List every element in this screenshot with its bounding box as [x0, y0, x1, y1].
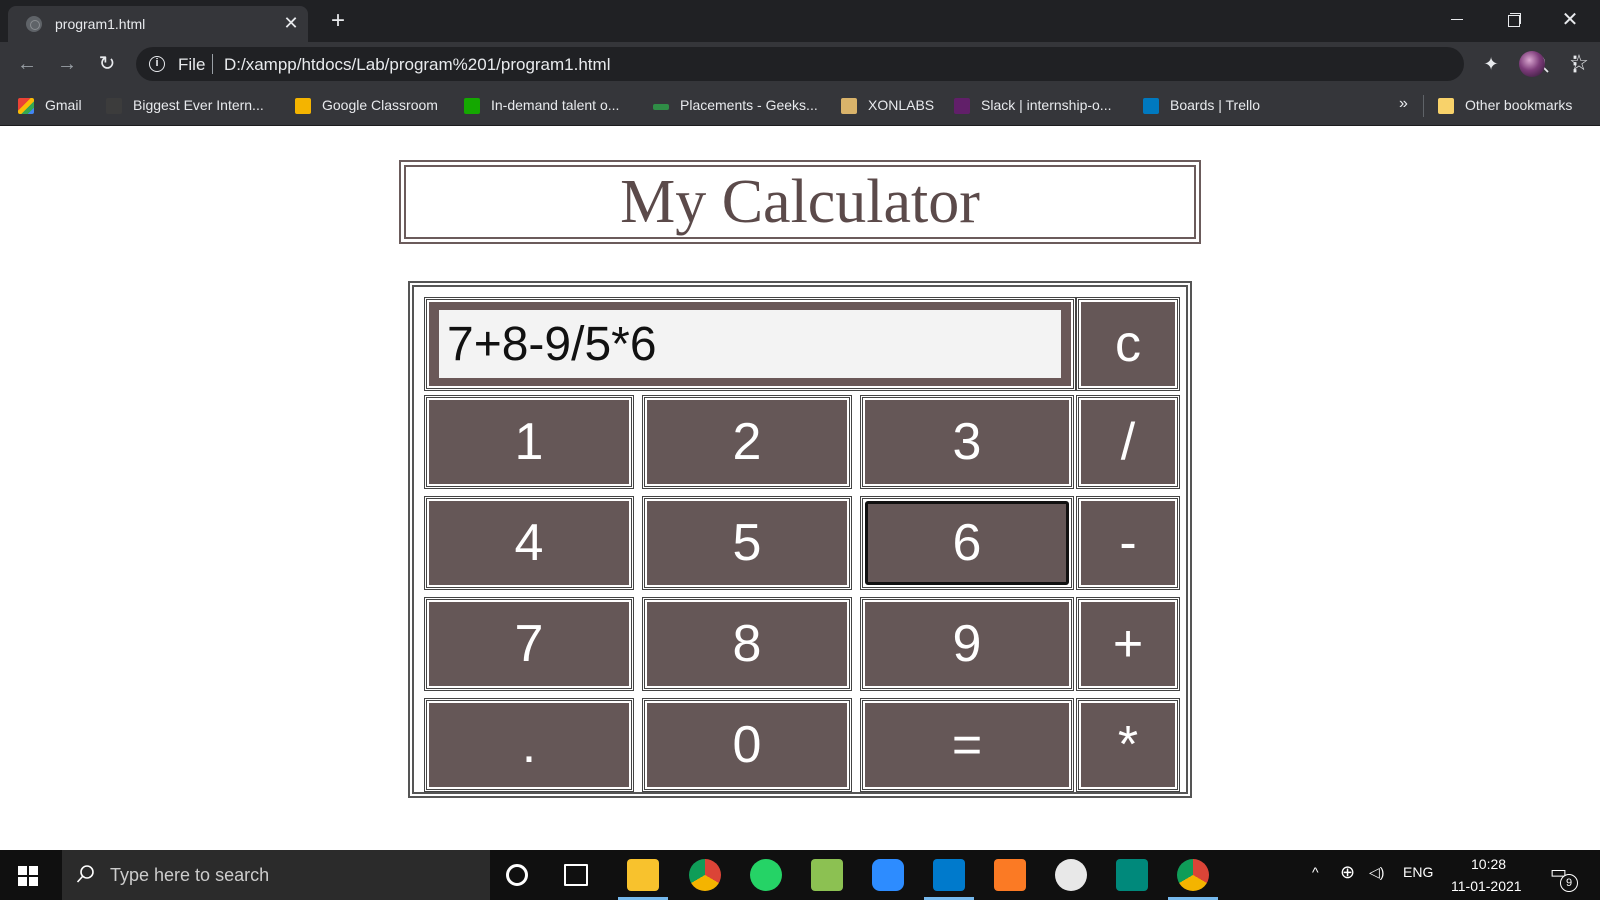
key-subtract-button[interactable]: - [1076, 496, 1180, 590]
address-bar[interactable]: i File D:/xampp/htdocs/Lab/program%201/p… [136, 47, 1589, 81]
close-tab-icon[interactable]: ✕ [280, 12, 302, 34]
key-decimal-button[interactable]: . [424, 698, 634, 792]
display-frame [429, 302, 1071, 386]
key-1-button[interactable]: 1 [424, 395, 634, 489]
sb-icon [106, 98, 122, 114]
key-3-label: 3 [865, 400, 1069, 484]
clear-button-label: c [1081, 302, 1175, 386]
notification-count-badge: 9 [1560, 874, 1578, 892]
key-5-label: 5 [647, 501, 847, 585]
address-separator [212, 54, 213, 74]
key-divide-label: / [1081, 400, 1175, 484]
key-9-button[interactable]: 9 [860, 597, 1074, 691]
browser-menu-icon[interactable]: ⋮ [1565, 52, 1585, 76]
extensions-puzzle-icon[interactable]: ✦ [1481, 54, 1501, 74]
cortana-icon[interactable] [506, 864, 528, 886]
clock-time[interactable]: 10:28 [1471, 856, 1506, 872]
task-view-icon[interactable] [564, 864, 588, 886]
meet-icon[interactable] [1116, 859, 1148, 891]
show-hidden-icons-icon[interactable]: ^ [1312, 864, 1319, 880]
tab-title: program1.html [55, 16, 146, 32]
clear-button[interactable]: c [1076, 297, 1180, 391]
acrobat-icon[interactable] [1055, 859, 1087, 891]
trello-icon [1143, 98, 1159, 114]
page-content: My Calculator c 1 2 3 / 4 5 6 - 7 8 9 + … [0, 127, 1600, 850]
windows-taskbar: Type here to search ^ ⊕ ◁) ENG 10:28 11-… [0, 850, 1600, 900]
globe-icon [26, 16, 42, 32]
xampp-icon[interactable] [994, 859, 1026, 891]
new-tab-button[interactable]: + [324, 8, 352, 36]
file-explorer-icon[interactable] [627, 859, 659, 891]
calculator-table: c 1 2 3 / 4 5 6 - 7 8 9 + . 0 = * [408, 281, 1192, 798]
key-equals-button[interactable]: = [860, 698, 1074, 792]
back-arrow-icon[interactable]: ← [13, 50, 41, 78]
profile-avatar[interactable] [1519, 51, 1545, 77]
key-multiply-button[interactable]: * [1076, 698, 1180, 792]
search-icon [76, 865, 94, 883]
xonlabs-icon [841, 98, 857, 114]
gmail-icon [18, 98, 34, 114]
site-info-icon[interactable]: i [149, 56, 165, 72]
minimize-window-button[interactable] [1437, 4, 1477, 36]
key-4-button[interactable]: 4 [424, 496, 634, 590]
bookmarks-bar: Gmail Biggest Ever Intern... Google Clas… [0, 86, 1600, 126]
chrome-icon[interactable] [689, 859, 721, 891]
key-4-label: 4 [429, 501, 629, 585]
key-7-button[interactable]: 7 [424, 597, 634, 691]
input-language[interactable]: ENG [1403, 864, 1433, 880]
slack-icon [954, 98, 970, 114]
tab-strip: program1.html ✕ + ✕ [0, 0, 1600, 42]
folder-icon [1438, 98, 1454, 114]
forward-arrow-icon[interactable]: → [53, 50, 81, 78]
key-8-button[interactable]: 8 [642, 597, 852, 691]
key-1-label: 1 [429, 400, 629, 484]
browser-toolbar: ← → ↻ i File D:/xampp/htdocs/Lab/program… [0, 42, 1600, 86]
key-8-label: 8 [647, 602, 847, 686]
address-url[interactable]: D:/xampp/htdocs/Lab/program%201/program1… [224, 55, 610, 75]
calculator-title-box: My Calculator [399, 160, 1201, 244]
chrome-profile-icon[interactable] [1177, 859, 1209, 891]
key-2-button[interactable]: 2 [642, 395, 852, 489]
address-scheme: File [178, 55, 206, 74]
key-5-button[interactable]: 5 [642, 496, 852, 590]
expression-display-input[interactable] [439, 310, 1061, 378]
display-cell [424, 297, 1076, 391]
bookmarks-divider [1423, 95, 1424, 117]
volume-icon[interactable]: ◁) [1369, 864, 1384, 881]
taskbar-search-box[interactable]: Type here to search [62, 850, 490, 900]
key-divide-button[interactable]: / [1076, 395, 1180, 489]
upwork-icon [464, 98, 480, 114]
clock-date[interactable]: 11-01-2021 [1451, 878, 1522, 894]
notepad-plus-icon[interactable] [811, 859, 843, 891]
page-title: My Calculator [620, 168, 980, 236]
key-0-label: 0 [647, 703, 847, 787]
key-decimal-label: . [429, 703, 629, 787]
key-subtract-label: - [1081, 501, 1175, 585]
key-6-button[interactable]: 6 [860, 496, 1074, 590]
restore-window-button[interactable] [1493, 4, 1533, 36]
classroom-icon [295, 98, 311, 114]
tab-program1[interactable]: program1.html ✕ [8, 6, 308, 42]
key-multiply-label: * [1081, 703, 1175, 787]
key-6-label: 6 [865, 501, 1069, 585]
vscode-icon[interactable] [933, 859, 965, 891]
key-add-button[interactable]: + [1076, 597, 1180, 691]
key-3-button[interactable]: 3 [860, 395, 1074, 489]
more-bookmarks-chevron-icon[interactable]: » [1399, 95, 1408, 113]
search-placeholder: Type here to search [110, 865, 270, 885]
key-7-label: 7 [429, 602, 629, 686]
geeksforgeeks-icon [653, 104, 669, 110]
close-window-button[interactable]: ✕ [1550, 4, 1590, 36]
key-add-label: + [1081, 602, 1175, 686]
whatsapp-icon[interactable] [750, 859, 782, 891]
network-globe-icon[interactable]: ⊕ [1340, 862, 1355, 883]
key-equals-label: = [865, 703, 1069, 787]
windows-start-icon[interactable] [18, 866, 38, 886]
key-9-label: 9 [865, 602, 1069, 686]
key-0-button[interactable]: 0 [642, 698, 852, 792]
key-2-label: 2 [647, 400, 847, 484]
zoom-app-icon[interactable] [872, 859, 904, 891]
reload-icon[interactable]: ↻ [93, 50, 121, 78]
